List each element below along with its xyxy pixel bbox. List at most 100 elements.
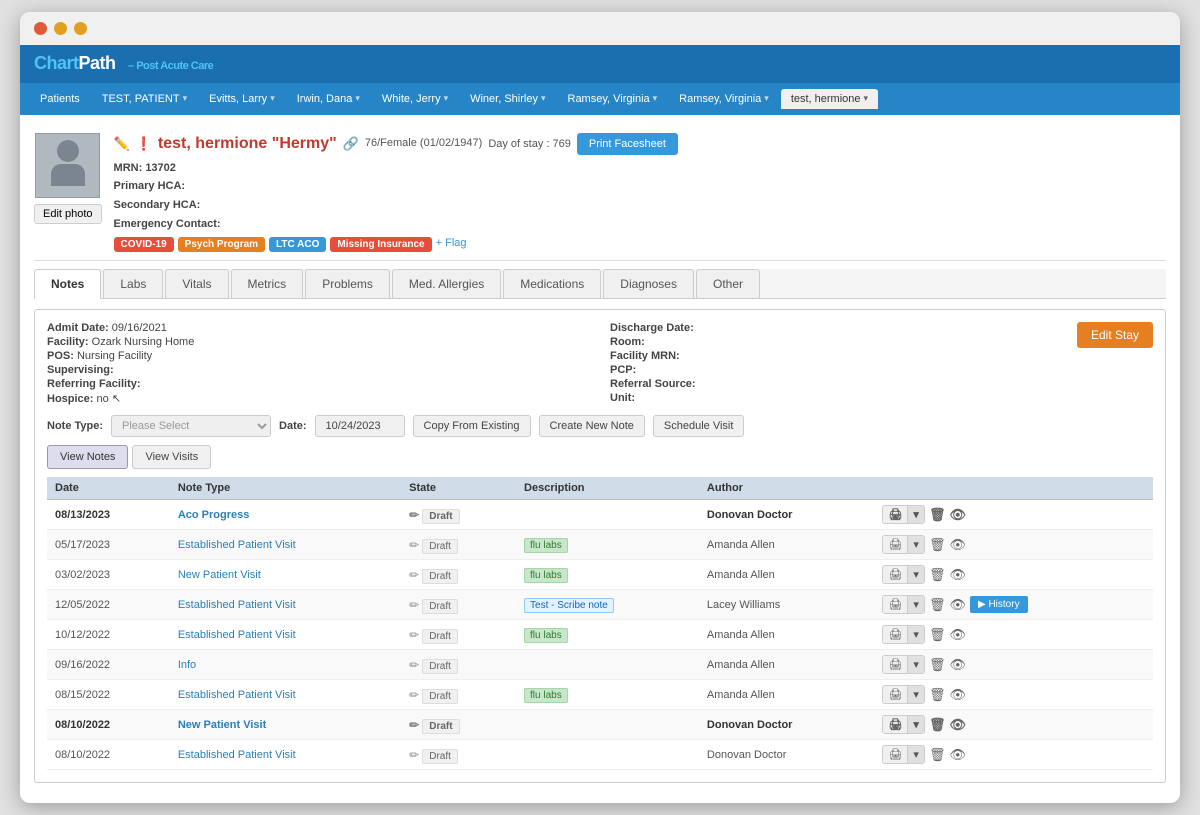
tab-diagnoses[interactable]: Diagnoses [603,269,694,298]
nav-tab-white[interactable]: White, Jerry ▾ [372,89,458,109]
nav-tab-ramsey2[interactable]: Ramsey, Virginia ▾ [669,89,779,109]
edit-state-icon[interactable]: ✏ [409,508,419,522]
print-split-button[interactable]: 🖨 ▾ [882,565,925,584]
print-icon[interactable]: 🖨 [883,536,907,553]
nav-tab-evitts[interactable]: Evitts, Larry ▾ [199,89,285,109]
note-type-select[interactable]: Please Select [111,415,271,437]
note-type-link[interactable]: Aco Progress [178,509,250,521]
view-notes-button[interactable]: View Notes [47,445,128,469]
print-split-button[interactable]: 🖨 ▾ [882,655,925,674]
nav-tab-hermione[interactable]: test, hermione ▾ [781,89,878,109]
print-split-button[interactable]: 🖨 ▾ [882,685,925,704]
print-split-button[interactable]: 🖨 ▾ [882,745,925,764]
print-caret[interactable]: ▾ [907,686,924,703]
print-split-button[interactable]: 🖨 ▾ [882,625,925,644]
print-caret[interactable]: ▾ [907,656,924,673]
nav-tab-winer[interactable]: Winer, Shirley ▾ [460,89,555,109]
trash-icon[interactable]: 🗑 [929,687,946,703]
print-caret[interactable]: ▾ [907,596,924,613]
nav-tab-irwin[interactable]: Irwin, Dana ▾ [287,89,370,109]
print-icon[interactable]: 🖨 [883,746,907,763]
print-split-button[interactable]: 🖨 ▾ [882,715,925,734]
note-type-link[interactable]: Established Patient Visit [178,539,296,551]
note-type-link[interactable]: Established Patient Visit [178,629,296,641]
eye-icon[interactable]: 👁 [949,567,966,583]
trash-icon[interactable]: 🗑 [929,507,946,523]
cell-note-type[interactable]: Established Patient Visit [170,530,401,560]
tab-vitals[interactable]: Vitals [165,269,228,298]
print-caret[interactable]: ▾ [907,716,924,733]
note-type-link[interactable]: Established Patient Visit [178,689,296,701]
nav-tab-patients[interactable]: Patients [30,89,90,109]
cell-note-type[interactable]: Established Patient Visit [170,740,401,770]
view-visits-button[interactable]: View Visits [132,445,211,469]
history-button[interactable]: ▶ History [970,596,1028,613]
schedule-visit-button[interactable]: Schedule Visit [653,415,745,437]
print-icon[interactable]: 🖨 [883,506,907,523]
edit-icon[interactable]: ✏️ [114,136,130,152]
flag-link[interactable]: + Flag [436,237,467,252]
print-icon[interactable]: 🖨 [883,566,907,583]
eye-icon[interactable]: 👁 [949,717,966,733]
note-type-link[interactable]: Established Patient Visit [178,599,296,611]
eye-icon[interactable]: 👁 [949,627,966,643]
trash-icon[interactable]: 🗑 [929,627,946,643]
maximize-dot[interactable] [74,22,87,35]
print-caret[interactable]: ▾ [907,506,924,523]
edit-photo-button[interactable]: Edit photo [34,204,102,224]
eye-icon[interactable]: 👁 [949,597,966,613]
cell-note-type[interactable]: New Patient Visit [170,710,401,740]
note-type-link[interactable]: New Patient Visit [178,569,261,581]
tab-other[interactable]: Other [696,269,760,298]
create-new-note-button[interactable]: Create New Note [539,415,645,437]
cell-note-type[interactable]: Aco Progress [170,500,401,530]
trash-icon[interactable]: 🗑 [929,747,946,763]
copy-from-existing-button[interactable]: Copy From Existing [413,415,531,437]
note-type-link[interactable]: New Patient Visit [178,719,266,731]
print-icon[interactable]: 🖨 [883,686,907,703]
cell-note-type[interactable]: Established Patient Visit [170,680,401,710]
cell-note-type[interactable]: New Patient Visit [170,560,401,590]
print-icon[interactable]: 🖨 [883,716,907,733]
print-facesheet-button[interactable]: Print Facesheet [577,133,678,155]
trash-icon[interactable]: 🗑 [929,717,946,733]
print-icon[interactable]: 🖨 [883,656,907,673]
date-input[interactable] [315,415,405,437]
print-icon[interactable]: 🖨 [883,626,907,643]
eye-icon[interactable]: 👁 [949,507,966,523]
edit-state-icon[interactable]: ✏ [409,598,419,612]
note-type-link[interactable]: Info [178,659,196,671]
print-caret[interactable]: ▾ [907,746,924,763]
eye-icon[interactable]: 👁 [949,687,966,703]
edit-state-icon[interactable]: ✏ [409,718,419,732]
tab-medications[interactable]: Medications [503,269,601,298]
print-caret[interactable]: ▾ [907,536,924,553]
edit-state-icon[interactable]: ✏ [409,568,419,582]
eye-icon[interactable]: 👁 [949,657,966,673]
minimize-dot[interactable] [54,22,67,35]
print-caret[interactable]: ▾ [907,626,924,643]
edit-state-icon[interactable]: ✏ [409,748,419,762]
cell-note-type[interactable]: Established Patient Visit [170,620,401,650]
tab-problems[interactable]: Problems [305,269,390,298]
note-type-link[interactable]: Established Patient Visit [178,749,296,761]
trash-icon[interactable]: 🗑 [929,597,946,613]
cell-note-type[interactable]: Established Patient Visit [170,590,401,620]
trash-icon[interactable]: 🗑 [929,657,946,673]
print-split-button[interactable]: 🖨 ▾ [882,595,925,614]
edit-state-icon[interactable]: ✏ [409,688,419,702]
close-dot[interactable] [34,22,47,35]
trash-icon[interactable]: 🗑 [929,567,946,583]
edit-state-icon[interactable]: ✏ [409,628,419,642]
trash-icon[interactable]: 🗑 [929,537,946,553]
edit-stay-button[interactable]: Edit Stay [1077,322,1153,348]
cell-note-type[interactable]: Info [170,650,401,680]
edit-state-icon[interactable]: ✏ [409,538,419,552]
print-split-button[interactable]: 🖨 ▾ [882,505,925,524]
print-caret[interactable]: ▾ [907,566,924,583]
nav-tab-ramsey1[interactable]: Ramsey, Virginia ▾ [558,89,668,109]
tab-notes[interactable]: Notes [34,269,101,299]
tab-metrics[interactable]: Metrics [231,269,304,298]
nav-tab-test-patient[interactable]: TEST, PATIENT ▾ [92,89,197,109]
tab-labs[interactable]: Labs [103,269,163,298]
